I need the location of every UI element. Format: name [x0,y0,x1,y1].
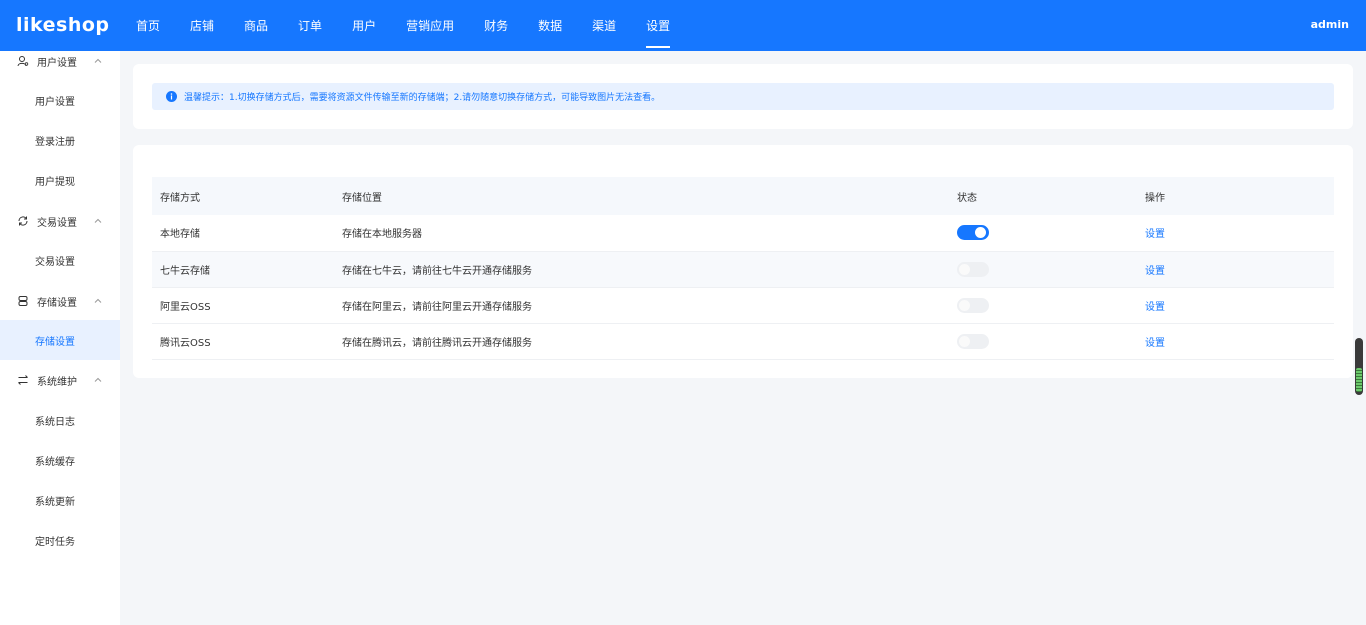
chevron-up-icon [94,377,102,382]
sidebar-item-login-register[interactable]: 登录注册 [0,120,120,160]
storage-location: 存储在腾讯云，请前往腾讯云开通存储服务 [342,323,957,360]
user-settings-icon [17,55,29,67]
nav-shop[interactable]: 店铺 [178,0,226,51]
sidebar-item-system-update[interactable]: 系统更新 [0,480,120,520]
settings-link[interactable]: 设置 [1145,229,1165,240]
storage-location: 存储在本地服务器 [342,215,957,252]
sidebar-group-user-settings[interactable]: 用户设置 [0,51,120,71]
storage-method: 阿里云OSS [152,287,342,324]
storage-method: 本地存储 [152,215,342,252]
sidebar-group-system-maintenance[interactable]: 系统维护 [0,370,120,390]
column-header-location: 存储位置 [342,177,957,215]
notice-text: 温馨提示：1.切换存储方式后，需要将资源文件传输至新的存储端；2.请勿随意切换存… [184,93,661,103]
nav-settings[interactable]: 设置 [634,0,682,51]
sidebar-item-user-withdraw[interactable]: 用户提现 [0,160,120,200]
nav-data[interactable]: 数据 [526,0,574,51]
sidebar-group-label: 交易设置 [37,217,77,229]
database-icon [17,295,29,307]
chevron-up-icon [94,298,102,303]
status-toggle[interactable] [957,225,989,241]
column-header-action: 操作 [1145,177,1334,215]
sidebar-item-system-cache[interactable]: 系统缓存 [0,440,120,480]
chevron-up-icon [94,218,102,223]
sidebar-item-trade-settings[interactable]: 交易设置 [0,240,120,280]
toggle-knob [959,299,970,311]
swap-icon [17,374,29,386]
storage-method: 腾讯云OSS [152,323,342,360]
notice-bar: 温馨提示：1.切换存储方式后，需要将资源文件传输至新的存储端；2.请勿随意切换存… [152,83,1334,110]
nav-marketing[interactable]: 营销应用 [394,0,466,51]
nav-users[interactable]: 用户 [340,0,388,51]
storage-location: 存储在阿里云，请前往阿里云开通存储服务 [342,287,957,324]
sidebar-item-scheduled-tasks[interactable]: 定时任务 [0,520,120,560]
sidebar-item-storage-settings[interactable]: 存储设置 [0,320,120,360]
table-row: 阿里云OSS 存储在阿里云，请前往阿里云开通存储服务 设置 [152,287,1334,324]
sidebar-group-storage-settings[interactable]: 存储设置 [0,291,120,311]
nav-home[interactable]: 首页 [124,0,172,51]
sidebar-group-label: 系统维护 [37,376,77,388]
top-navbar: likeshop 首页 店铺 商品 订单 用户 营销应用 财务 数据 渠道 设置… [0,0,1366,51]
toggle-knob [959,335,970,347]
scrollbar-grip[interactable] [1356,368,1362,392]
settings-link[interactable]: 设置 [1145,302,1165,313]
sidebar: 用户设置 用户设置 登录注册 用户提现 交易设置 交易设置 存储设置 存储设置 … [0,51,120,625]
storage-method: 七牛云存储 [152,251,342,288]
status-toggle[interactable] [957,297,989,313]
sidebar-item-system-log[interactable]: 系统日志 [0,400,120,440]
main-nav: 首页 店铺 商品 订单 用户 营销应用 财务 数据 渠道 设置 [124,0,688,51]
toggle-knob [975,227,986,239]
settings-link[interactable]: 设置 [1145,266,1165,277]
info-icon [166,91,177,102]
page-scrollbar[interactable] [1355,338,1363,395]
sidebar-item-user-settings[interactable]: 用户设置 [0,80,120,120]
sidebar-group-trade-settings[interactable]: 交易设置 [0,211,120,231]
table-row: 七牛云存储 存储在七牛云，请前往七牛云开通存储服务 设置 [152,251,1334,288]
nav-orders[interactable]: 订单 [286,0,334,51]
nav-finance[interactable]: 财务 [472,0,520,51]
sync-icon [17,215,29,227]
table-header-row: 存储方式 存储位置 状态 操作 [152,177,1334,215]
sidebar-group-label: 存储设置 [37,297,77,309]
toggle-knob [959,263,970,275]
status-toggle[interactable] [957,333,989,349]
sidebar-group-label: 用户设置 [37,57,77,69]
storage-location: 存储在七牛云，请前往七牛云开通存储服务 [342,251,957,288]
nav-goods[interactable]: 商品 [232,0,280,51]
status-toggle[interactable] [957,261,989,277]
user-menu[interactable]: admin [1311,18,1349,31]
chevron-up-icon [94,58,102,63]
column-header-status: 状态 [957,177,1145,215]
nav-channel[interactable]: 渠道 [580,0,628,51]
logo[interactable]: likeshop [16,14,110,36]
storage-table: 存储方式 存储位置 状态 操作 本地存储 存储在本地服务器 设置 七牛云存储 存… [152,177,1334,360]
settings-link[interactable]: 设置 [1145,338,1165,349]
table-row: 腾讯云OSS 存储在腾讯云，请前往腾讯云开通存储服务 设置 [152,323,1334,360]
column-header-method: 存储方式 [152,177,342,215]
table-row: 本地存储 存储在本地服务器 设置 [152,215,1334,252]
